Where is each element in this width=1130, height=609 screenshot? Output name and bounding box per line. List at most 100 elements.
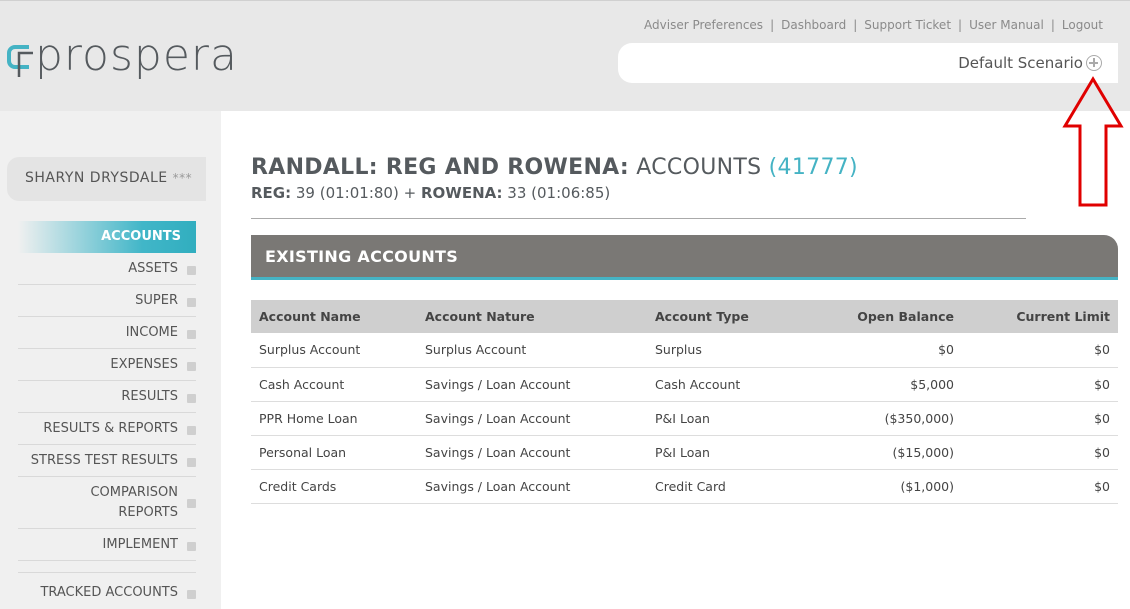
nav-divider — [18, 560, 196, 573]
nav-item-label: COMPARISON — [90, 485, 178, 500]
cell-account-name[interactable]: Credit Cards — [251, 469, 417, 504]
subtitle-plus: + — [403, 184, 417, 202]
nav-item-expenses[interactable]: EXPENSES — [18, 349, 196, 381]
table-row[interactable]: Personal Loan Savings / Loan Account P&I… — [251, 435, 1118, 470]
cell-account-name[interactable]: PPR Home Loan — [251, 401, 417, 436]
link-user-manual[interactable]: User Manual — [969, 18, 1044, 32]
prospera-logo[interactable]: prospera — [7, 31, 257, 85]
cell-account-type: P&I Loan — [647, 401, 817, 436]
column-header-open-balance[interactable]: Open Balance — [817, 300, 962, 333]
cell-open-balance: ($1,000) — [817, 469, 962, 504]
nav-item-label: RESULTS — [121, 389, 178, 404]
nav-item-label: STRESS TEST RESULTS — [30, 453, 178, 468]
nav-item-label: IMPLEMENT — [102, 537, 178, 552]
cell-account-name[interactable]: Personal Loan — [251, 435, 417, 470]
cell-account-type: Credit Card — [647, 469, 817, 504]
subtitle-person2-age: 33 (01:06:85) — [507, 184, 611, 202]
nav-item-label: TRACKED ACCOUNTS — [40, 585, 178, 600]
subtitle-person1-age: 39 (01:01:80) — [295, 184, 399, 202]
link-support-ticket[interactable]: Support Ticket — [864, 18, 951, 32]
table-row[interactable]: PPR Home Loan Savings / Loan Account P&I… — [251, 401, 1118, 436]
client-stars: *** — [172, 171, 193, 185]
arrow-up-annotation-icon — [1062, 76, 1124, 207]
nav-item-label: INCOME — [125, 325, 178, 340]
nav-item-label: EXPENSES — [110, 357, 178, 372]
cell-current-limit: $0 — [962, 469, 1118, 504]
page-title-id: (41777) — [768, 155, 858, 180]
cell-open-balance: ($15,000) — [817, 435, 962, 470]
nav-item-stress-test-results[interactable]: STRESS TEST RESULTS — [18, 445, 196, 477]
square-bullet-icon — [187, 330, 196, 339]
cell-account-name[interactable]: Surplus Account — [251, 333, 417, 368]
square-bullet-icon — [187, 298, 196, 307]
cell-account-type: Surplus — [647, 333, 817, 368]
client-name: SHARYN DRYSDALE *** — [25, 170, 192, 186]
nav-item-label: ACCOUNTS — [101, 229, 181, 244]
cell-account-nature: Savings / Loan Account — [417, 435, 647, 470]
cell-open-balance: $5,000 — [817, 367, 962, 402]
square-bullet-icon — [187, 362, 196, 371]
nav-item-comparison-reports[interactable]: COMPARISON REPORTS — [18, 477, 196, 529]
page-title-section: ACCOUNTS — [636, 155, 762, 180]
link-separator: | — [958, 18, 963, 32]
square-bullet-icon — [187, 542, 196, 551]
cell-account-nature: Savings / Loan Account — [417, 401, 647, 436]
title-divider — [251, 218, 1026, 219]
link-adviser-preferences[interactable]: Adviser Preferences — [644, 18, 763, 32]
column-header-current-limit[interactable]: Current Limit — [962, 300, 1118, 333]
accounts-table: Account Name Account Nature Account Type… — [251, 300, 1118, 504]
page-title: RANDALL: REG AND ROWENA: ACCOUNTS (41777… — [251, 155, 858, 180]
logo-mark-icon — [7, 45, 33, 77]
table-header-row: Account Name Account Nature Account Type… — [251, 300, 1118, 333]
nav-item-label: ASSETS — [128, 261, 178, 276]
cell-current-limit: $0 — [962, 367, 1118, 402]
link-separator: | — [1050, 18, 1055, 32]
column-header-account-nature[interactable]: Account Nature — [417, 300, 647, 333]
header: prospera Adviser Preferences | Dashboard… — [0, 0, 1130, 111]
cell-account-name[interactable]: Cash Account — [251, 367, 417, 402]
cell-account-nature: Savings / Loan Account — [417, 367, 647, 402]
square-bullet-icon — [187, 394, 196, 403]
nav-item-results[interactable]: RESULTS — [18, 381, 196, 413]
client-name-box[interactable]: SHARYN DRYSDALE *** — [7, 157, 206, 201]
nav-item-income[interactable]: INCOME — [18, 317, 196, 349]
cell-open-balance: ($350,000) — [817, 401, 962, 436]
cell-current-limit: $0 — [962, 401, 1118, 436]
subtitle-person1-name: REG: — [251, 184, 292, 202]
nav-item-tracked-accounts[interactable]: TRACKED ACCOUNTS — [18, 577, 196, 609]
cell-account-type: Cash Account — [647, 367, 817, 402]
table-row[interactable]: Surplus Account Surplus Account Surplus … — [251, 333, 1118, 368]
logo-text: prospera — [35, 30, 238, 81]
section-title: EXISTING ACCOUNTS — [265, 247, 459, 266]
nav-item-accounts[interactable]: ACCOUNTS — [18, 221, 196, 253]
link-separator: | — [853, 18, 858, 32]
nav-item-assets[interactable]: ASSETS — [18, 253, 196, 285]
client-name-text: SHARYN DRYSDALE — [25, 170, 168, 186]
link-dashboard[interactable]: Dashboard — [781, 18, 846, 32]
cell-current-limit: $0 — [962, 333, 1118, 368]
section-header-existing-accounts: EXISTING ACCOUNTS — [251, 235, 1118, 280]
square-bullet-icon — [187, 426, 196, 435]
nav-item-results-reports[interactable]: RESULTS & REPORTS — [18, 413, 196, 445]
cell-account-type: P&I Loan — [647, 435, 817, 470]
scenario-selector[interactable]: Default Scenario — [618, 43, 1118, 83]
table-row[interactable]: Credit Cards Savings / Loan Account Cred… — [251, 469, 1118, 504]
nav-item-label: SUPER — [135, 293, 178, 308]
table-row[interactable]: Cash Account Savings / Loan Account Cash… — [251, 367, 1118, 402]
nav-item-implement[interactable]: IMPLEMENT — [18, 529, 196, 561]
nav-item-label: REPORTS — [118, 505, 178, 520]
cell-account-nature: Savings / Loan Account — [417, 469, 647, 504]
nav-item-super[interactable]: SUPER — [18, 285, 196, 317]
page-subtitle: REG: 39 (01:01:80) + ROWENA: 33 (01:06:8… — [251, 184, 610, 202]
link-logout[interactable]: Logout — [1062, 18, 1103, 32]
nav-item-label: RESULTS & REPORTS — [43, 421, 178, 436]
square-bullet-icon — [187, 458, 196, 467]
plus-circle-icon[interactable] — [1086, 55, 1102, 71]
sidebar-nav: ACCOUNTS ASSETS SUPER INCOME EXPENSES RE… — [18, 221, 196, 609]
top-links: Adviser Preferences | Dashboard | Suppor… — [644, 18, 1103, 32]
square-bullet-icon — [187, 266, 196, 275]
link-separator: | — [770, 18, 775, 32]
scenario-label[interactable]: Default Scenario — [958, 54, 1083, 72]
column-header-account-type[interactable]: Account Type — [647, 300, 817, 333]
column-header-account-name[interactable]: Account Name — [251, 300, 417, 333]
